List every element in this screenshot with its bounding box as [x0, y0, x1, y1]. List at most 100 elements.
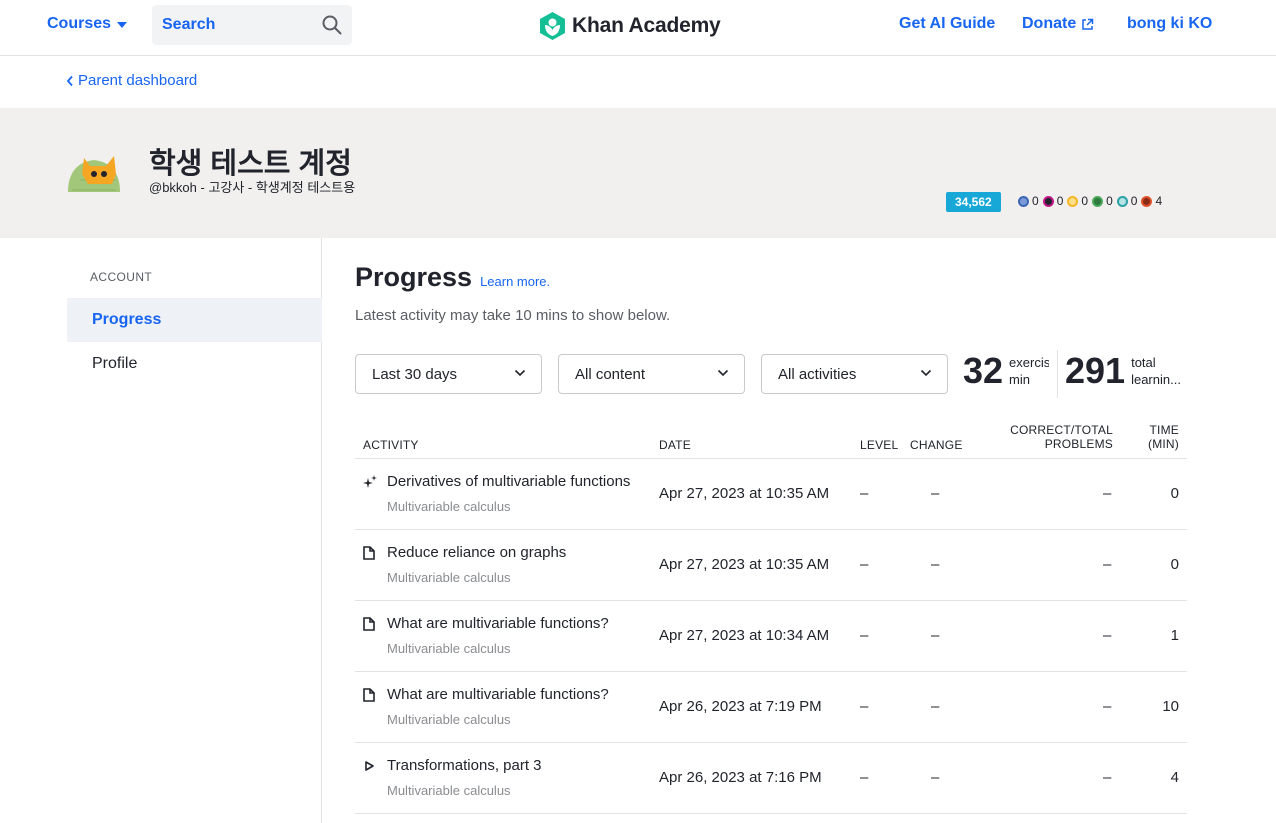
activity-title[interactable]: Transformations, part 3 — [387, 757, 641, 774]
activity-filter-value: All activities — [778, 365, 857, 383]
khan-academy-logo[interactable]: Khan Academy — [539, 11, 721, 41]
sun-badge: 0 — [1092, 194, 1113, 208]
column-header-change: CHANGE — [910, 438, 963, 452]
table-divider — [355, 813, 1187, 814]
avatar[interactable] — [66, 152, 122, 201]
stat-label-line: exercis — [1009, 355, 1050, 370]
courses-menu-button[interactable]: Courses — [47, 15, 128, 33]
stat-divider — [1057, 350, 1058, 398]
badge-counts[interactable]: 0 0 0 0 0 4 — [1018, 194, 1162, 208]
stat-label-line: learnin... — [1131, 372, 1181, 387]
sparkle-icon — [363, 475, 377, 488]
activity-correct-total: – — [1103, 627, 1112, 644]
activity-title[interactable]: Derivatives of multivariable functions — [387, 473, 641, 490]
activity-level: – — [860, 556, 869, 573]
parent-dashboard-link[interactable]: Parent dashboard — [66, 72, 197, 89]
activity-course: Multivariable calculus — [387, 712, 511, 727]
activity-time: 10 — [1162, 698, 1179, 715]
table-row[interactable]: What are multivariable functions? Multiv… — [355, 601, 1187, 672]
chevron-left-icon — [66, 75, 73, 86]
activity-date: Apr 27, 2023 at 10:35 AM — [659, 556, 830, 573]
content-filter-value: All content — [575, 365, 646, 383]
table-row[interactable]: What are multivariable functions? Multiv… — [355, 672, 1187, 743]
activity-time: 0 — [1170, 556, 1179, 573]
black-hole-badge: 0 — [1116, 194, 1138, 208]
article-icon — [363, 546, 375, 560]
activity-date: Apr 26, 2023 at 7:16 PM — [659, 769, 822, 786]
header-line: (MIN) — [1148, 437, 1179, 451]
moon-badge: 0 — [1042, 194, 1064, 208]
table-row[interactable]: Transformations, part 3 Multivariable ca… — [355, 743, 1187, 814]
activity-date: Apr 26, 2023 at 7:19 PM — [659, 698, 822, 715]
article-icon — [363, 617, 375, 631]
user-display-name: 학생 테스트 계정 — [149, 148, 352, 180]
moon-badge-icon — [1042, 195, 1054, 207]
activity-correct-total: – — [1103, 698, 1112, 715]
badge-count: 0 — [1056, 194, 1064, 208]
activity-title[interactable]: Reduce reliance on graphs — [387, 544, 641, 561]
activity-change: – — [931, 485, 940, 502]
chevron-down-icon — [514, 369, 526, 377]
activity-level: – — [860, 769, 869, 786]
external-link-icon — [1082, 18, 1094, 30]
search-icon[interactable] — [322, 15, 342, 35]
header-line: PROBLEMS — [1044, 437, 1113, 451]
earth-badge: 0 — [1067, 194, 1088, 208]
total-learning-minutes-value: 291 — [1065, 350, 1126, 391]
total-learning-minutes-label: total learnin... — [1131, 354, 1187, 388]
sidebar-section-label: ACCOUNT — [90, 270, 153, 284]
exercise-minutes-label: exercis min — [1009, 354, 1049, 388]
activity-correct-total: – — [1103, 485, 1112, 502]
sun-badge-icon — [1092, 195, 1104, 207]
meteorite-badge: 0 — [1018, 194, 1039, 208]
stat-label-line: min — [1009, 372, 1030, 387]
badge-count: 0 — [1106, 194, 1113, 208]
activity-filter-dropdown[interactable]: All activities — [761, 354, 948, 394]
page-title: Progress — [355, 262, 473, 292]
logo-text: Khan Academy — [572, 14, 721, 37]
activity-change: – — [931, 698, 940, 715]
header-line: CORRECT/TOTAL — [1010, 423, 1113, 437]
table-row[interactable]: Derivatives of multivariable functions M… — [355, 459, 1187, 530]
badge-count: 4 — [1155, 194, 1163, 208]
activity-time: 0 — [1170, 485, 1179, 502]
donate-link[interactable]: Donate — [1022, 15, 1094, 33]
activity-course: Multivariable calculus — [387, 499, 511, 514]
black-hole-badge-icon — [1116, 195, 1128, 207]
table-row[interactable]: Reduce reliance on graphs Multivariable … — [355, 530, 1187, 601]
search-input[interactable] — [162, 16, 312, 34]
top-nav: Courses Khan Academy Get AI Guide Donate… — [0, 0, 1276, 56]
badge-count: 0 — [1032, 194, 1039, 208]
sidebar: ACCOUNT Progress Profile — [0, 238, 322, 823]
challenge-patch-icon — [1141, 195, 1153, 207]
video-play-icon — [365, 761, 374, 771]
time-range-dropdown[interactable]: Last 30 days — [355, 354, 542, 394]
user-subtitle: @bkkoh - 고강사 - 학생계정 테스트용 — [149, 180, 356, 195]
column-header-time: TIME (MIN) — [1130, 423, 1179, 451]
activity-level: – — [860, 485, 869, 502]
donate-label: Donate — [1022, 15, 1077, 32]
user-menu-button[interactable]: bong ki KO — [1127, 15, 1212, 33]
column-header-level: LEVEL — [860, 438, 899, 452]
activity-date: Apr 27, 2023 at 10:34 AM — [659, 627, 830, 644]
sidebar-item-progress[interactable]: Progress — [67, 298, 322, 342]
activity-title[interactable]: What are multivariable functions? — [387, 686, 641, 703]
content-filter-dropdown[interactable]: All content — [558, 354, 745, 394]
learn-more-link[interactable]: Learn more. — [480, 274, 550, 289]
badge-count: 0 — [1081, 194, 1089, 208]
get-ai-guide-link[interactable]: Get AI Guide — [899, 15, 995, 33]
search-box[interactable] — [152, 5, 352, 45]
header-line: TIME — [1149, 423, 1179, 437]
caret-down-icon — [117, 22, 128, 28]
activity-correct-total: – — [1103, 769, 1112, 786]
khan-logo-icon — [540, 12, 565, 40]
earth-badge-icon — [1067, 195, 1079, 207]
courses-label: Courses — [47, 15, 112, 32]
profile-header: 학생 테스트 계정 @bkkoh - 고강사 - 학생계정 테스트용 34,56… — [0, 108, 1276, 238]
sidebar-item-profile[interactable]: Profile — [67, 342, 322, 386]
activity-date: Apr 27, 2023 at 10:35 AM — [659, 485, 830, 502]
activity-change: – — [931, 627, 940, 644]
badge-count: 0 — [1130, 194, 1138, 208]
activity-title[interactable]: What are multivariable functions? — [387, 615, 641, 632]
column-header-activity: ACTIVITY — [363, 438, 419, 452]
